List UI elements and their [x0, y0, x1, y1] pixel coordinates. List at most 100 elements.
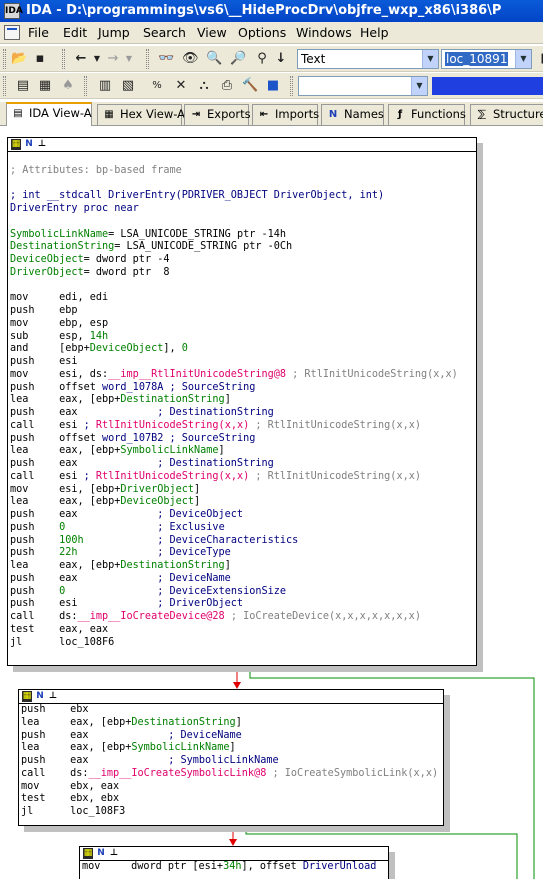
asm-line[interactable]: push eax ; DestinationString — [10, 458, 476, 471]
graph-node-symlink[interactable]: ▦ N ⊥ push ebx lea eax, [ebp+DestinationS… — [18, 689, 444, 826]
node-color-icon[interactable]: ▦ — [11, 139, 21, 150]
asm-line[interactable]: push 0 ; DeviceExtensionSize — [10, 586, 476, 599]
address-combo[interactable]: ▼ — [298, 76, 428, 96]
binoculars-search-icon[interactable]: 👓 — [157, 50, 175, 68]
asm-line[interactable]: push 0 ; Exclusive — [10, 522, 476, 535]
asm-line[interactable]: lea eax, [ebp+DestinationString] — [10, 560, 476, 573]
chevron-down-icon[interactable]: ▼ — [422, 50, 438, 68]
graph-node-driverunload[interactable]: ▦ N ⊥ mov dword ptr [esi+34h], offset Dr… — [79, 846, 389, 879]
menu-view[interactable]: View — [197, 25, 227, 40]
asm-line[interactable]: mov esi, [ebp+DriverObject] — [10, 484, 476, 497]
asm-line[interactable]: push esi ; DriverObject — [10, 598, 476, 611]
node-collapse-icon[interactable]: ⊥ — [37, 139, 47, 150]
tab-imports[interactable]: ⇤ Imports — [252, 104, 319, 125]
toolbar-grip[interactable] — [84, 76, 87, 96]
asm-line[interactable]: mov dword ptr [esi+34h], offset DriverUn… — [82, 861, 388, 874]
ida-app-icon[interactable]: IDA — [4, 3, 23, 19]
asm-line[interactable]: call ds:__imp__IoCreateDevice@28 ; IoCre… — [10, 611, 476, 624]
asm-line[interactable]: push offset word_107B2 ; SourceString — [10, 433, 476, 446]
asm-line[interactable]: push ebx — [21, 704, 443, 717]
asm-line[interactable]: lea eax, [ebp+DestinationString] — [10, 394, 476, 407]
location-combo[interactable]: loc_10891 ▼ — [441, 49, 532, 69]
forward-dropdown-icon[interactable]: ▼ — [120, 50, 138, 68]
toolbar-grip[interactable] — [62, 49, 65, 69]
node-name-icon[interactable]: N — [24, 139, 34, 150]
asm-line[interactable]: and [ebp+DeviceObject], 0 — [10, 343, 476, 356]
menu-jump[interactable]: Jump — [98, 25, 130, 40]
asm-line[interactable]: mov edi, edi — [10, 292, 476, 305]
asm-line[interactable]: call esi ; RtlInitUnicodeString(x,x) ; R… — [10, 420, 476, 433]
menu-file[interactable]: File — [28, 25, 49, 40]
asm-line[interactable]: mov ebx, eax — [21, 781, 443, 794]
search-binary-icon[interactable]: ⚲ — [253, 50, 271, 68]
tab-names[interactable]: N Names — [321, 104, 384, 125]
color-block-icon[interactable]: ■ — [264, 77, 282, 95]
segments-icon[interactable]: ▧ — [119, 77, 137, 95]
asm-line[interactable]: lea eax, [ebp+SymbolicLinkName] — [10, 445, 476, 458]
jump-down-icon[interactable]: ↓ — [272, 50, 290, 68]
menu-edit[interactable]: Edit — [63, 25, 87, 40]
asm-line[interactable]: push eax ; DeviceObject — [10, 509, 476, 522]
navigation-band[interactable] — [432, 77, 543, 95]
proximity-view-icon[interactable]: ♠ — [59, 77, 77, 95]
xrefs-icon[interactable]: ✕ — [172, 77, 190, 95]
menu-search[interactable]: Search — [143, 25, 186, 40]
asm-line[interactable] — [10, 280, 476, 293]
print-icon[interactable]: ⎙ — [218, 77, 236, 95]
asm-line[interactable]: ; Attributes: bp-based frame — [10, 165, 476, 178]
document-window-icon[interactable] — [4, 25, 20, 40]
asm-line[interactable]: push 100h ; DeviceCharacteristics — [10, 535, 476, 548]
asm-line[interactable]: SymbolicLinkName= LSA_UNICODE_STRING ptr… — [10, 229, 476, 242]
node-color-icon[interactable]: ▦ — [83, 848, 93, 859]
text-view-icon[interactable]: ▤ — [14, 77, 32, 95]
asm-line[interactable]: DriverEntry proc near — [10, 203, 476, 216]
search-immediate-icon[interactable]: 🔎 — [229, 50, 247, 68]
tab-ida-view-a[interactable]: ▤ IDA View-A — [6, 102, 92, 126]
node-name-icon[interactable]: N — [35, 691, 45, 702]
display-type-combo[interactable]: Text ▼ — [297, 49, 439, 69]
asm-line[interactable]: DeviceObject= dword ptr -4 — [10, 254, 476, 267]
asm-line[interactable]: call esi ; RtlInitUnicodeString(x,x) ; R… — [10, 471, 476, 484]
search-next-icon[interactable]: 🔍 — [205, 50, 223, 68]
asm-line[interactable]: lea eax, [ebp+DestinationString] — [21, 717, 443, 730]
asm-line[interactable]: lea eax, [ebp+SymbolicLinkName] — [21, 742, 443, 755]
graph-view[interactable]: ▦ N ⊥ ; Attributes: bp-based frame ; int … — [0, 126, 543, 879]
asm-line[interactable]: jl loc_108F3 — [21, 806, 443, 819]
node-collapse-icon[interactable]: ⊥ — [48, 691, 58, 702]
asm-line[interactable]: test ebx, ebx — [21, 793, 443, 806]
asm-line[interactable] — [10, 152, 476, 165]
menu-help[interactable]: Help — [360, 25, 389, 40]
toolbar-grip[interactable] — [3, 49, 6, 69]
tab-functions[interactable]: ƒ Functions — [388, 104, 466, 125]
menu-windows[interactable]: Windows — [296, 25, 352, 40]
menu-options[interactable]: Options — [238, 25, 286, 40]
asm-line[interactable]: test eax, eax — [10, 624, 476, 637]
asm-line[interactable]: push eax ; DeviceName — [10, 573, 476, 586]
search-text-icon[interactable]: 👁 — [181, 50, 199, 68]
asm-line[interactable]: push 22h ; DeviceType — [10, 547, 476, 560]
asm-line[interactable] — [10, 178, 476, 191]
chevron-down-icon[interactable]: ▼ — [411, 77, 427, 95]
open-file-icon[interactable]: 📂 — [10, 50, 28, 68]
toolbar-more-icon[interactable]: ▮ — [535, 50, 543, 68]
asm-line[interactable]: mov esi, ds:__imp__RtlInitUnicodeString@… — [10, 369, 476, 382]
asm-line[interactable]: mov ebp, esp — [10, 318, 476, 331]
asm-line[interactable]: lea eax, [ebp+DeviceObject] — [10, 496, 476, 509]
toolbar-grip[interactable] — [290, 76, 293, 96]
toolbar-grip[interactable] — [3, 76, 6, 96]
node-collapse-icon[interactable]: ⊥ — [109, 848, 119, 859]
node-color-icon[interactable]: ▦ — [22, 691, 32, 702]
chevron-down-icon[interactable]: ▼ — [515, 50, 531, 68]
node-name-icon[interactable]: N — [96, 848, 106, 859]
graph-view-icon[interactable]: ▦ — [36, 77, 54, 95]
asm-line[interactable]: DestinationString= LSA_UNICODE_STRING pt… — [10, 241, 476, 254]
tab-structures[interactable]: ⅀ Structures — [470, 104, 543, 125]
asm-line[interactable]: push offset word_1078A ; SourceString — [10, 382, 476, 395]
asm-line[interactable]: jl loc_108F6 — [10, 637, 476, 650]
asm-line[interactable] — [10, 216, 476, 229]
asm-line[interactable]: DriverObject= dword ptr 8 — [10, 267, 476, 280]
asm-line[interactable]: call ds:__imp__IoCreateSymbolicLink@8 ; … — [21, 768, 443, 781]
toolbar-grip[interactable] — [146, 49, 149, 69]
hammer-icon[interactable]: 🔨 — [241, 77, 259, 95]
graph-node-driverentry[interactable]: ▦ N ⊥ ; Attributes: bp-based frame ; int … — [7, 137, 477, 666]
